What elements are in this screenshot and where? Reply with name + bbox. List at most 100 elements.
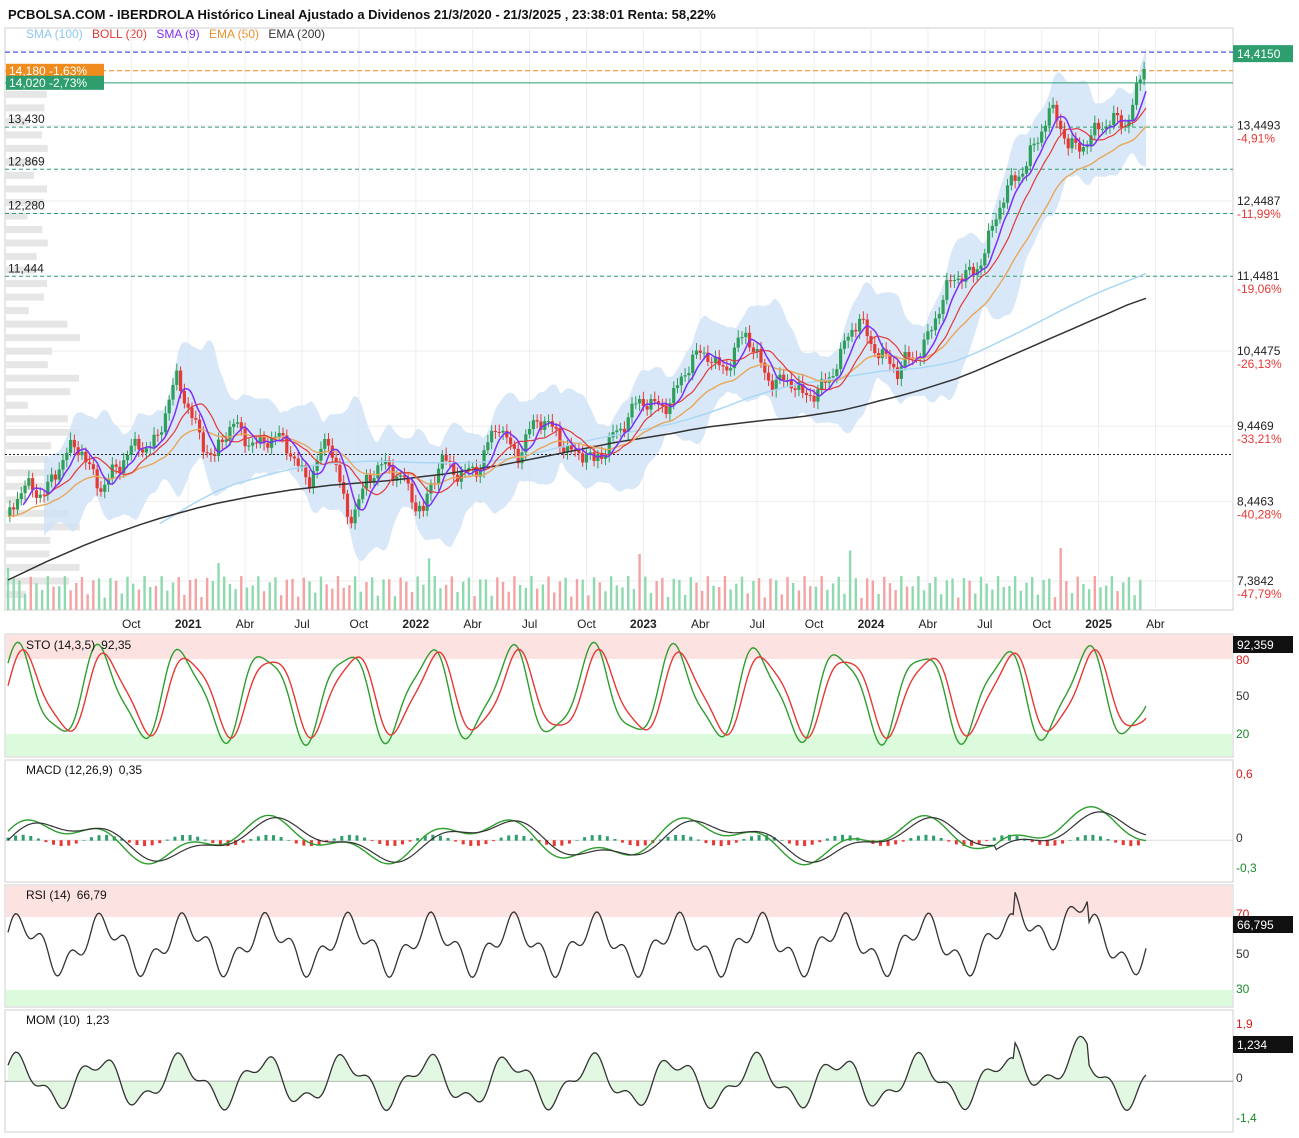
- candle-body: [729, 368, 733, 371]
- candle-body: [527, 429, 532, 435]
- volume-bar: [18, 580, 21, 610]
- volume-bar: [501, 581, 505, 610]
- volume-bar: [23, 593, 27, 610]
- candle-body: [1093, 122, 1097, 136]
- macd-histogram-bar: [1091, 834, 1095, 841]
- candle-body: [141, 449, 145, 453]
- profile-bar: [6, 415, 68, 423]
- macd-histogram-bar: [818, 840, 822, 843]
- rsi-panel: RSI (14) 66,79 70 66,795 50 30: [4, 884, 1293, 1008]
- candle-body: [8, 507, 12, 517]
- volume-bar: [945, 580, 949, 610]
- macd-histogram-bar: [67, 840, 71, 846]
- candle-body: [839, 348, 843, 370]
- volume-bar: [359, 591, 362, 610]
- volume-bar: [564, 577, 567, 610]
- macd-histogram-bar: [583, 837, 587, 841]
- candle-body: [949, 280, 953, 282]
- candle-body: [941, 299, 945, 314]
- macd-histogram-bar: [780, 840, 784, 841]
- volume-bar: [655, 581, 658, 610]
- macd-histogram-bar: [848, 835, 852, 841]
- candle-body: [736, 337, 740, 348]
- candle-body: [68, 439, 73, 453]
- sto-title: STO (14,3,5) 92,35: [26, 638, 131, 652]
- volume-bar: [1133, 595, 1136, 610]
- macd-level-zero: 0: [1236, 831, 1243, 845]
- candle-body: [1100, 128, 1104, 130]
- candle-body: [300, 465, 304, 467]
- candle-body: [1005, 185, 1010, 203]
- candle-body: [1138, 79, 1142, 84]
- volume-bar: [1139, 579, 1142, 610]
- volume-bar: [348, 585, 351, 610]
- macd-histogram-bar: [894, 840, 898, 845]
- profile-bar: [6, 347, 52, 355]
- volume-bar: [331, 588, 334, 610]
- macd-histogram-bar: [196, 836, 200, 841]
- macd-histogram-bar: [636, 840, 640, 847]
- chart-title: PCBOLSA.COM - IBERDROLA Histórico Lineal…: [8, 7, 716, 22]
- candle-body: [209, 452, 213, 455]
- support-label-3: 11,444: [8, 261, 44, 275]
- candle-body: [87, 462, 92, 465]
- volume-bar: [1065, 580, 1068, 610]
- volume-bar: [530, 576, 533, 610]
- candle-body: [865, 319, 869, 336]
- x-axis-label-0: Oct: [122, 617, 141, 631]
- volume-bar: [325, 584, 328, 610]
- volume-bar: [831, 583, 835, 610]
- profile-bar: [6, 550, 50, 558]
- volume-bar: [962, 578, 966, 610]
- price-axis-pct-2: -11,99%: [1237, 207, 1281, 221]
- macd-histogram-bar: [29, 835, 33, 841]
- candle-body: [114, 464, 118, 467]
- macd-histogram-bar: [841, 834, 845, 841]
- price-axis-label-2: 12,4487: [1237, 194, 1281, 208]
- price-axis-pct-1: -4,91%: [1237, 132, 1275, 146]
- macd-histogram-bar: [294, 840, 298, 844]
- candle-body: [156, 434, 160, 436]
- candle-body: [751, 347, 755, 353]
- volume-bar: [92, 580, 95, 610]
- volume-bar: [314, 592, 317, 610]
- volume-bar: [416, 576, 419, 610]
- price-axis-pct-5: -33,21%: [1237, 432, 1282, 446]
- volume-bar: [974, 593, 977, 610]
- volume-bar: [718, 587, 721, 610]
- candle-body: [994, 219, 998, 226]
- macd-histogram-bar: [249, 839, 253, 841]
- volume-bar: [757, 578, 761, 610]
- volume-bar: [609, 576, 613, 610]
- volume-bar: [752, 580, 755, 610]
- macd-histogram-bar: [507, 835, 511, 841]
- candle-body: [926, 331, 930, 340]
- candle-body: [607, 437, 611, 456]
- profile-bar: [6, 307, 29, 315]
- volume-bar: [342, 587, 345, 610]
- candle-body: [873, 344, 877, 354]
- x-axis-label-11: Jul: [750, 617, 765, 631]
- volume-bar: [393, 596, 397, 610]
- volume-bar: [433, 576, 436, 610]
- candle-body: [307, 477, 312, 488]
- x-axis-label-12: Oct: [805, 617, 824, 631]
- price-axis-pct-3: -19,06%: [1237, 282, 1282, 296]
- volume-bar: [154, 585, 158, 610]
- rsi-level-50: 50: [1236, 947, 1250, 961]
- volume-bar: [792, 582, 795, 610]
- candle-body: [808, 395, 812, 397]
- candle-body: [201, 432, 205, 453]
- volume-bar: [979, 576, 983, 610]
- candle-body: [292, 456, 296, 459]
- legend-ema200: EMA (200): [268, 27, 325, 41]
- macd-histogram-bar: [14, 835, 18, 841]
- macd-histogram-bar: [279, 837, 283, 841]
- profile-bar: [6, 280, 48, 288]
- macd-histogram-bar: [613, 839, 617, 841]
- macd-histogram-bar: [241, 840, 245, 843]
- candle-body: [471, 466, 475, 469]
- volume-bar: [467, 577, 471, 610]
- macd-histogram-bar: [211, 840, 215, 844]
- volume-bar: [251, 585, 254, 610]
